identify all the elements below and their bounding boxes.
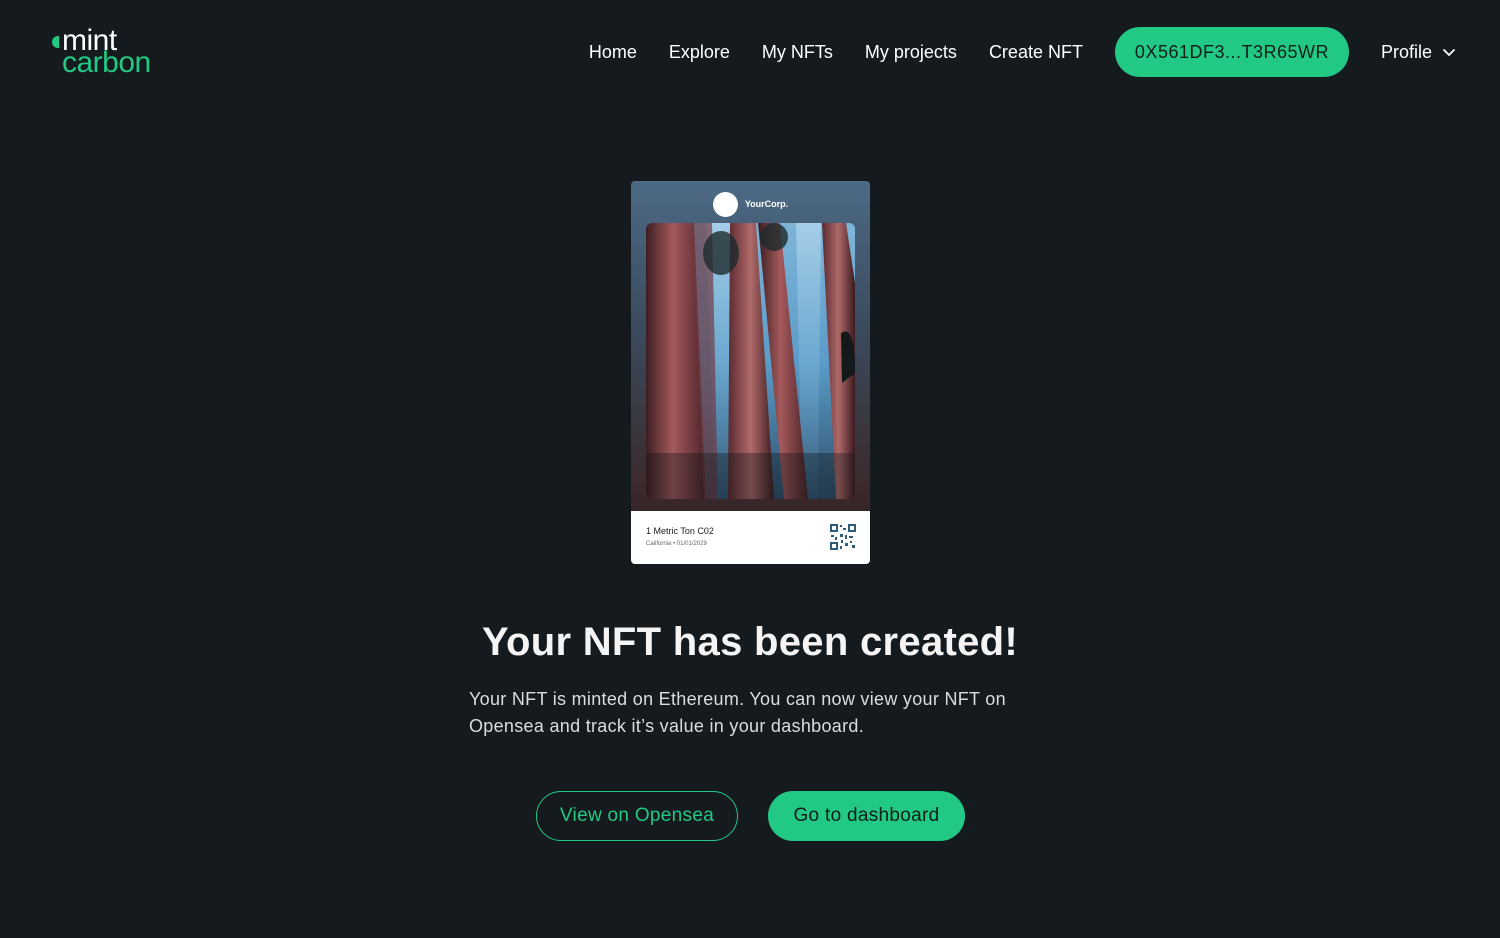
corp-name: YourCorp.: [744, 199, 789, 209]
profile-menu[interactable]: Profile: [1381, 42, 1456, 63]
nav-link-my-projects[interactable]: My projects: [865, 42, 957, 63]
nft-card-header: YourCorp.: [631, 191, 870, 217]
success-description: Your NFT is minted on Ethereum. You can …: [469, 689, 1006, 736]
wallet-address-button[interactable]: 0X561DF3...T3R65WR: [1114, 27, 1349, 77]
nft-card-footer: 1 Metric Ton C02 California • 01/01/2029: [631, 511, 870, 564]
nav-link-explore[interactable]: Explore: [669, 42, 730, 63]
nav-link-create-nft[interactable]: Create NFT: [989, 42, 1083, 63]
redwood-forest-image: [646, 223, 855, 499]
nav-link-my-nfts[interactable]: My NFTs: [762, 42, 833, 63]
corp-avatar: [712, 191, 738, 217]
view-on-opensea-button[interactable]: View on Opensea: [536, 791, 738, 841]
logo-word-carbon: carbon: [62, 46, 151, 79]
nft-card-preview: YourCorp. 1 Metric Ton C02 California • …: [631, 181, 870, 564]
page-title: Your NFT has been created!: [481, 620, 1019, 664]
qr-code-icon: [830, 524, 856, 550]
mintcarbon-logo[interactable]: mint carbon: [52, 26, 192, 82]
nft-card-title: 1 Metric Ton C02: [646, 526, 714, 536]
nav-link-home[interactable]: Home: [589, 42, 637, 63]
go-to-dashboard-button[interactable]: Go to dashboard: [768, 791, 965, 841]
top-nav: Home Explore My NFTs My projects Create …: [589, 27, 1456, 77]
chevron-down-icon: [1442, 45, 1456, 59]
profile-label: Profile: [1380, 41, 1432, 62]
nft-card-subtitle: California • 01/01/2029: [646, 541, 707, 547]
